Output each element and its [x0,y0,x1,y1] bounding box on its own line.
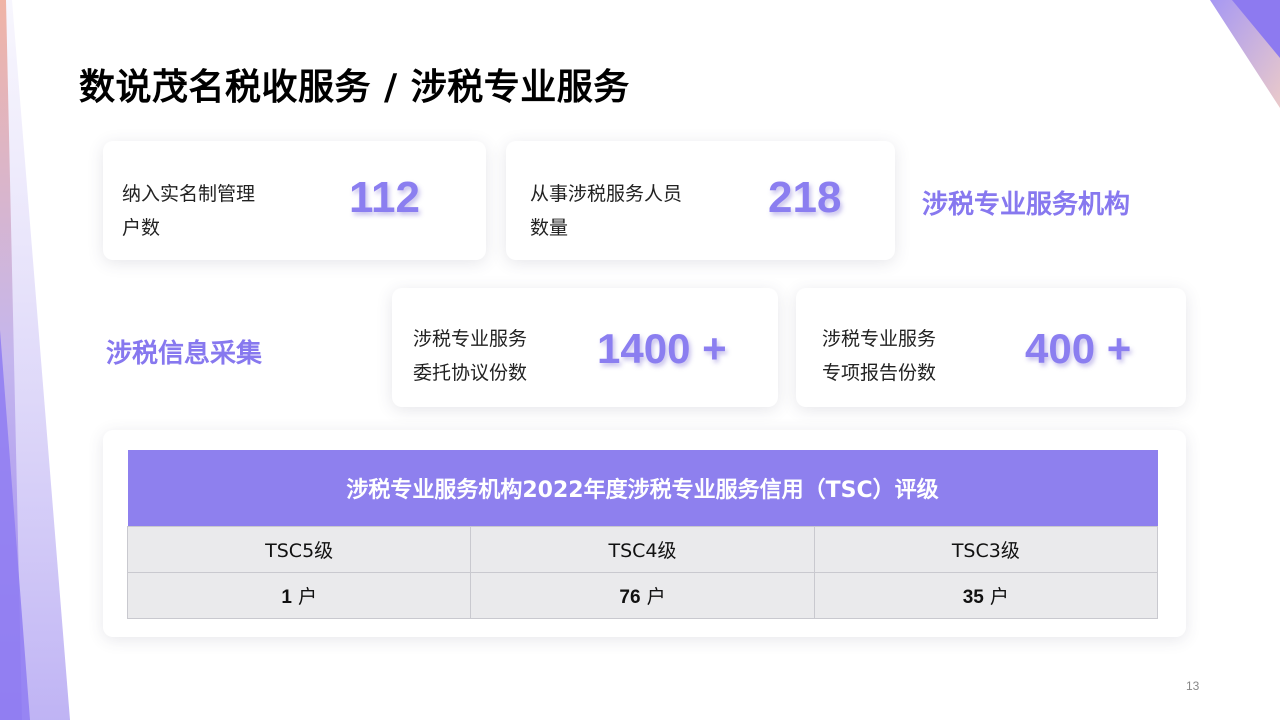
table-header-cell: TSC3级 [813,525,1159,573]
stat-label-line2: 数量 [530,217,569,239]
table-header-cell: TSC5级 [126,525,472,573]
stat-label-line2: 委托协议份数 [413,362,528,384]
stat-value: 112 [349,173,420,222]
stat-label: 涉税专业服务 委托协议份数 [413,322,527,390]
stat-value: 400 + [1025,325,1132,372]
page-number: 13 [1186,679,1200,693]
stat-label: 涉税专业服务 专项报告份数 [822,322,936,390]
stat-label-line1: 纳入实名制管理 [122,183,256,205]
stat-card-registered: 纳入实名制管理 户数 112 [103,141,486,260]
count-unit: 户 [297,585,317,608]
section-label-info-collection: 涉税信息采集 [106,339,263,369]
table-cell: 35 户 [813,571,1159,619]
stat-label-line1: 从事涉税服务人员 [530,183,683,205]
stat-label-line2: 专项报告份数 [822,362,937,384]
stat-label: 从事涉税服务人员 数量 [530,177,682,245]
stat-value: 1400 + [597,325,727,372]
count-value: 76 [619,586,641,608]
stat-label-line1: 涉税专业服务 [822,328,937,350]
table-cell: 1 户 [126,571,472,619]
count-unit: 户 [646,585,666,608]
table-title: 涉税专业服务机构2022年度涉税专业服务信用（TSC）评级 [127,450,1158,526]
stat-value: 218 [768,173,842,222]
stat-card-reports: 涉税专业服务 专项报告份数 400 + [796,288,1186,407]
count-value: 35 [962,586,984,608]
stat-label-line2: 户数 [122,217,161,239]
table-cell: 76 户 [470,571,815,619]
stat-card-agreements: 涉税专业服务 委托协议份数 1400 + [392,288,778,407]
tsc-rating-table: 涉税专业服务机构2022年度涉税专业服务信用（TSC）评级 TSC5级 TSC4… [126,450,1159,619]
section-label-institutions: 涉税专业服务机构 [922,190,1131,220]
table-header-cell: TSC4级 [470,525,815,573]
count-value: 1 [281,586,292,608]
stat-label: 纳入实名制管理 户数 [122,177,255,245]
table-row: 1 户 76 户 35 户 [126,571,1159,619]
count-unit: 户 [989,585,1009,608]
stat-label-line1: 涉税专业服务 [413,328,528,350]
table-row: TSC5级 TSC4级 TSC3级 [126,525,1159,573]
page-title: 数说茂名税收服务 / 涉税专业服务 [79,67,630,108]
table-title-row: 涉税专业服务机构2022年度涉税专业服务信用（TSC）评级 [127,450,1158,526]
stat-card-personnel: 从事涉税服务人员 数量 218 [506,141,895,260]
tsc-rating-card: 涉税专业服务机构2022年度涉税专业服务信用（TSC）评级 TSC5级 TSC4… [103,430,1186,637]
